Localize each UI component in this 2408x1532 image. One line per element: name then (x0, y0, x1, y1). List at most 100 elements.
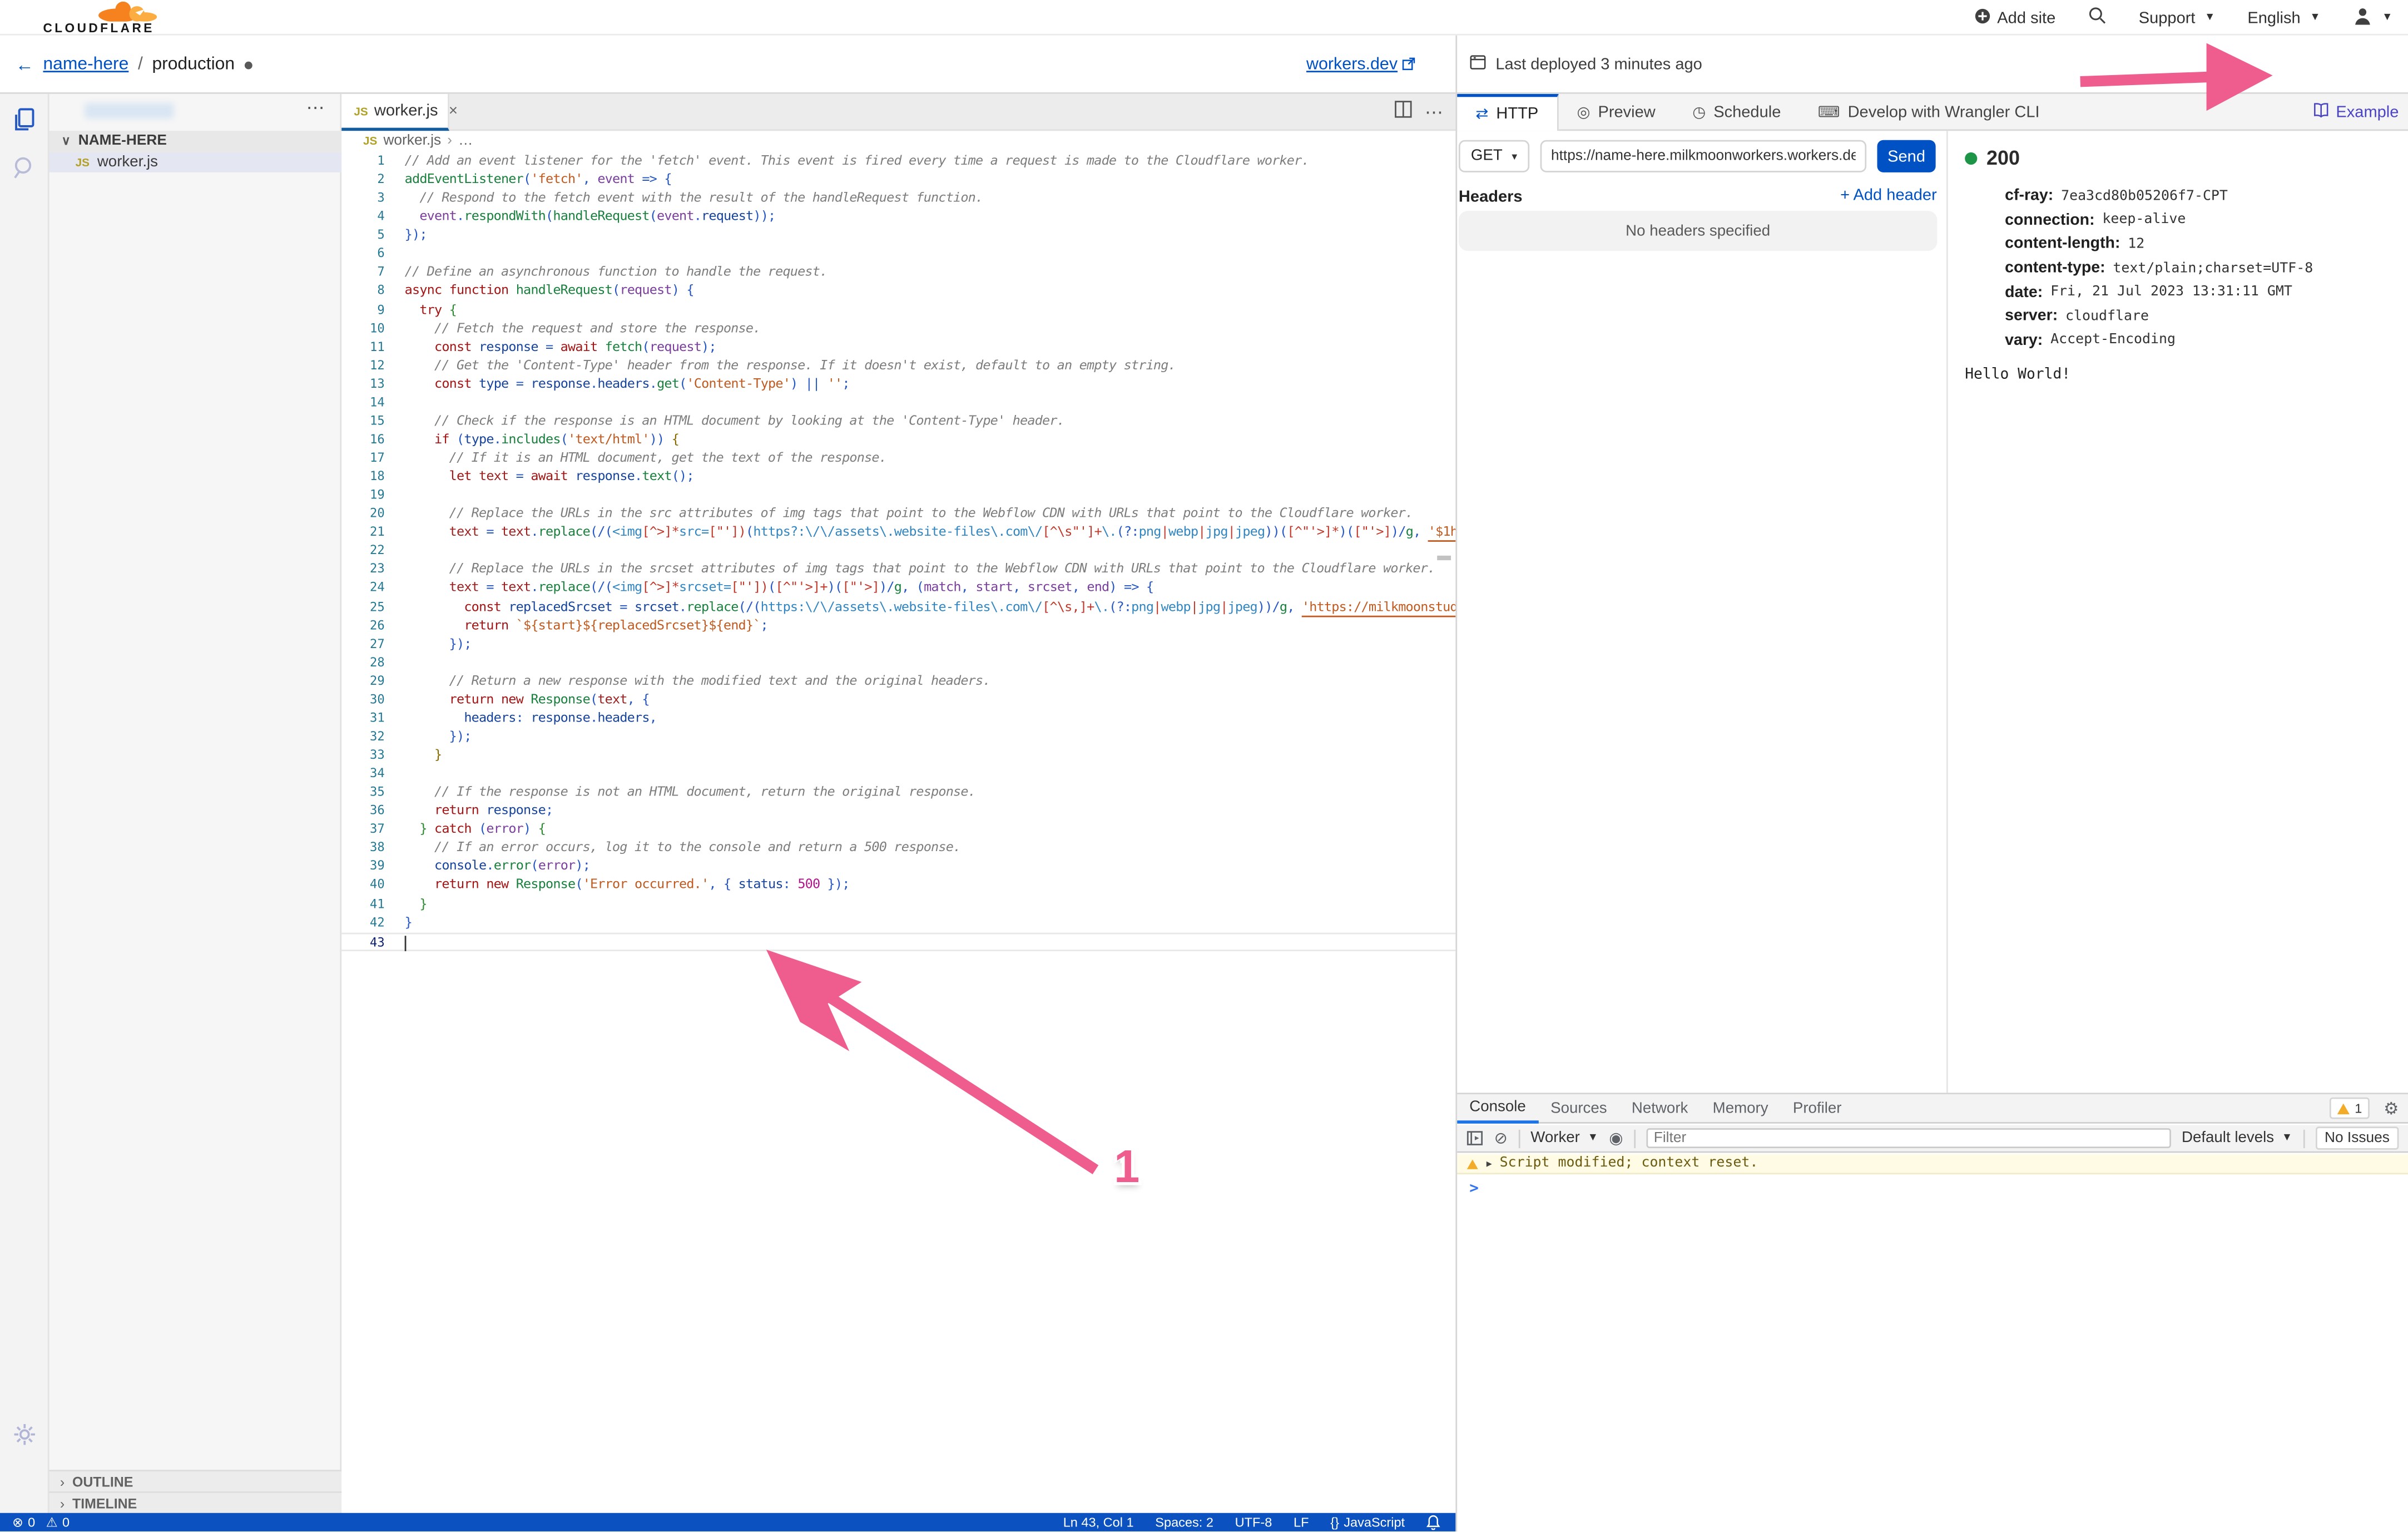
code-line: 38 // If an error occurs, log it to the … (341, 839, 1455, 858)
last-deployed-status: Last deployed 3 minutes ago (1469, 36, 1702, 94)
code-line: 9 try { (341, 301, 1455, 319)
devtools-settings-icon[interactable]: ⚙ (2384, 1098, 2399, 1118)
overview-ruler-mark (1437, 556, 1451, 560)
code-line: 40 return new Response('Error occurred.'… (341, 877, 1455, 895)
search-button[interactable] (2088, 6, 2106, 29)
timeline-section[interactable]: › TIMELINE (49, 1491, 342, 1513)
live-expression-eye-icon[interactable]: ◉ (1609, 1129, 1623, 1147)
indentation[interactable]: Spaces: 2 (1155, 1515, 1213, 1530)
add-site-button[interactable]: Add site (1974, 7, 2056, 28)
editor-tab-bar: JS worker.js × ⋯ (341, 94, 1455, 131)
split-editor-icon[interactable] (1394, 98, 1413, 126)
outline-section[interactable]: › OUTLINE (49, 1470, 342, 1491)
warning-count-badge[interactable]: 1 (2330, 1098, 2370, 1119)
code-line: 15 // Check if the response is an HTML d… (341, 412, 1455, 431)
console-tab-console[interactable]: Console (1457, 1094, 1538, 1123)
workers-dev-link[interactable]: workers.dev (1306, 36, 1416, 94)
language-menu[interactable]: English▼ (2247, 8, 2320, 27)
file-item-worker.js[interactable]: JSworker.js (49, 152, 342, 172)
url-input[interactable] (1540, 140, 1867, 172)
console-tab-sources[interactable]: Sources (1538, 1094, 1619, 1123)
code-line: 29 // Return a new response with the mod… (341, 672, 1455, 690)
response-header-row: cf-ray:7ea3cd80b05206f7-CPT (2005, 185, 2313, 209)
code-line: 35 // If the response is not an HTML doc… (341, 784, 1455, 802)
explorer-root-folder[interactable]: ∨ NAME-HERE (49, 131, 342, 151)
account-menu[interactable]: ▼ (2353, 6, 2393, 30)
error-icon: ⊗ (12, 1514, 23, 1531)
notifications-bell-icon[interactable] (1426, 1515, 1440, 1530)
tab-worker-js[interactable]: JS worker.js × (341, 94, 449, 131)
activity-bar (0, 94, 49, 1513)
swap-icon: ⇄ (1475, 106, 1488, 122)
subheader: ← name-here / production workers.dev Las… (0, 36, 2408, 94)
add-header-link[interactable]: + Add header (1840, 186, 1937, 205)
chevron-down-icon: ∨ (62, 134, 71, 148)
support-menu[interactable]: Support▼ (2139, 8, 2216, 27)
tab-preview[interactable]: ◎Preview (1558, 94, 1674, 131)
cloudflare-logo[interactable]: CLOUDFLARE (43, 2, 169, 34)
back-arrow-icon[interactable]: ← (16, 54, 34, 76)
js-file-icon: JS (76, 155, 90, 169)
more-actions-icon[interactable]: ⋯ (1425, 102, 1443, 123)
response-header-row: content-type:text/plain;charset=UTF-8 (2005, 256, 2313, 280)
tab-schedule[interactable]: ◷Schedule (1674, 94, 1800, 131)
execution-context-select[interactable]: Worker▼ (1530, 1130, 1598, 1146)
issues-counter[interactable]: No Issues (2315, 1126, 2399, 1150)
explorer-sidebar: ⋯ ∨ NAME-HERE JSworker.js › OUTLINE › TI… (49, 94, 342, 1513)
chevron-down-icon: ▼ (2382, 12, 2392, 23)
brand-text: CLOUDFLARE (43, 22, 154, 36)
tab-develop-with-wrangler-cli[interactable]: ⌨Develop with Wrangler CLI (1800, 94, 2058, 131)
code-line: 12 // Get the 'Content-Type' header from… (341, 357, 1455, 375)
panel-divider[interactable] (1455, 36, 1457, 1532)
tab-http[interactable]: ⇄HTTP (1457, 94, 1558, 131)
send-button[interactable]: Send (1877, 140, 1935, 172)
eol-type[interactable]: LF (1294, 1515, 1309, 1530)
response-header-row: content-length:12 (2005, 233, 2313, 256)
log-levels-select[interactable]: Default levels▼ (2182, 1130, 2292, 1146)
code-line: 3 // Respond to the fetch event with the… (341, 190, 1455, 208)
expand-triangle-icon[interactable]: ▶ (1487, 1158, 1492, 1169)
console-message-warning[interactable]: ▶Script modified; context reset. (1457, 1154, 2408, 1174)
console-sidebar-toggle-icon[interactable] (1466, 1130, 1483, 1146)
problems-indicator[interactable]: ⊗0 ⚠0 (12, 1514, 70, 1531)
external-link-icon (1402, 56, 1416, 73)
code-line: 19 (341, 487, 1455, 505)
example-link[interactable]: Example (2313, 94, 2399, 131)
code-line: 14 (341, 394, 1455, 412)
code-line: 17 // If it is an HTML document, get the… (341, 449, 1455, 468)
code-area[interactable]: 1// Add an event listener for the 'fetch… (341, 152, 1455, 1513)
js-file-icon: JS (354, 104, 368, 118)
console-tab-profiler[interactable]: Profiler (1781, 1094, 1854, 1123)
code-line: 20 // Replace the URLs in the src attrib… (341, 505, 1455, 523)
breadcrumb-worker-link[interactable]: name-here (43, 56, 128, 74)
settings-gear-icon[interactable] (11, 1421, 38, 1449)
cursor-position[interactable]: Ln 43, Col 1 (1063, 1515, 1134, 1530)
code-line: 18 let text = await response.text(); (341, 468, 1455, 486)
console-prompt[interactable]: > (1469, 1180, 1479, 1197)
code-line: 34 (341, 765, 1455, 783)
explorer-files-icon[interactable] (11, 106, 38, 134)
cloudflare-cloud-icon (92, 2, 163, 22)
code-line: 43 (341, 932, 1455, 951)
code-line: 21 text = text.replace(/(<img[^>]*src=["… (341, 523, 1455, 542)
code-line: 39 console.error(error); (341, 858, 1455, 876)
chevron-right-icon: › (60, 1474, 65, 1489)
code-line: 16 if (type.includes('text/html')) { (341, 431, 1455, 449)
clear-console-icon[interactable]: ⊘ (1494, 1129, 1508, 1147)
code-line: 22 (341, 542, 1455, 561)
console-tab-network[interactable]: Network (1619, 1094, 1701, 1123)
book-icon (2313, 102, 2330, 123)
language-mode[interactable]: {}JavaScript (1330, 1515, 1405, 1530)
sidebar-more-button[interactable]: ⋯ (306, 97, 325, 118)
cloudflare-worker-editor: CLOUDFLARE Add site Support▼ English▼ (0, 0, 2408, 1532)
console-tab-memory[interactable]: Memory (1701, 1094, 1781, 1123)
editor-breadcrumb[interactable]: JS worker.js › … (363, 131, 473, 151)
code-line: 10 // Fetch the request and store the re… (341, 319, 1455, 338)
close-icon[interactable]: × (449, 102, 458, 119)
console-filter-input[interactable] (1646, 1128, 2171, 1148)
code-line: 42} (341, 913, 1455, 932)
method-select[interactable]: GET▾ (1459, 140, 1529, 172)
request-headers-label: Headers (1459, 188, 1523, 206)
search-sidebar-icon[interactable] (11, 154, 38, 182)
encoding[interactable]: UTF-8 (1235, 1515, 1272, 1530)
